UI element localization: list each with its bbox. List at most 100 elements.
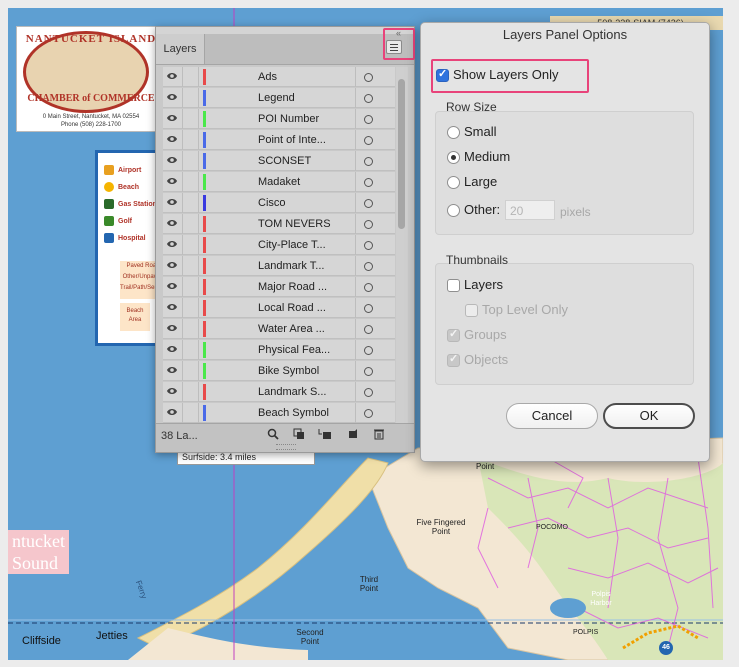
new-layer-icon[interactable]: [346, 428, 360, 442]
layer-row[interactable]: Cisco: [163, 193, 395, 213]
eye-icon[interactable]: [166, 155, 178, 165]
eye-icon[interactable]: [166, 71, 178, 81]
layer-row[interactable]: Physical Fea...: [163, 340, 395, 360]
target-circle-icon[interactable]: [364, 199, 373, 208]
target-circle-icon[interactable]: [364, 283, 373, 292]
layer-row[interactable]: SCONSET: [163, 151, 395, 171]
target-circle-icon[interactable]: [364, 409, 373, 418]
target-circle-icon[interactable]: [364, 304, 373, 313]
target-circle-icon[interactable]: [364, 262, 373, 271]
layer-name[interactable]: Cisco: [258, 193, 286, 213]
search-icon[interactable]: [266, 428, 280, 442]
eye-icon[interactable]: [166, 134, 178, 144]
thumbnails-objects-checkbox[interactable]: [447, 352, 460, 367]
layer-name[interactable]: POI Number: [258, 109, 319, 129]
layer-list-scrollbar[interactable]: ▼: [396, 67, 408, 447]
row-size-large-radio[interactable]: [447, 176, 460, 189]
tab-layers[interactable]: Layers: [156, 34, 205, 64]
row-size-medium-label[interactable]: Medium: [464, 149, 510, 165]
layer-row[interactable]: City-Place T...: [163, 235, 395, 255]
eye-icon[interactable]: [166, 176, 178, 186]
layers-panel-options-dialog[interactable]: Layers Panel Options Show Layers Only Ro…: [420, 22, 710, 462]
eye-icon[interactable]: [166, 365, 178, 375]
scrollbar-thumb[interactable]: [398, 79, 405, 229]
target-circle-icon[interactable]: [364, 136, 373, 145]
layer-row[interactable]: Beach Symbol: [163, 403, 395, 423]
layer-row[interactable]: Local Road ...: [163, 298, 395, 318]
eye-icon[interactable]: [166, 407, 178, 417]
layers-panel-drag-bar[interactable]: [156, 27, 414, 34]
layer-name[interactable]: Local Road ...: [258, 298, 326, 318]
layer-row[interactable]: Water Area ...: [163, 319, 395, 339]
layer-row[interactable]: Major Road ...: [163, 277, 395, 297]
layer-name[interactable]: TOM NEVERS: [258, 214, 331, 234]
eye-icon[interactable]: [166, 197, 178, 207]
row-size-other-radio[interactable]: [447, 204, 460, 217]
layer-name[interactable]: Beach Symbol: [258, 403, 329, 423]
target-circle-icon[interactable]: [364, 241, 373, 250]
thumbnails-groups-checkbox[interactable]: [447, 327, 460, 342]
layer-color-bar: [203, 300, 206, 316]
layer-name[interactable]: Madaket: [258, 172, 300, 192]
eye-icon[interactable]: [166, 386, 178, 396]
ok-button[interactable]: OK: [603, 403, 695, 429]
target-circle-icon[interactable]: [364, 73, 373, 82]
cancel-button[interactable]: Cancel: [506, 403, 598, 429]
layer-name[interactable]: Major Road ...: [258, 277, 327, 297]
target-circle-icon[interactable]: [364, 346, 373, 355]
layer-row[interactable]: Legend: [163, 88, 395, 108]
layer-name[interactable]: Point of Inte...: [258, 130, 326, 150]
target-circle-icon[interactable]: [364, 178, 373, 187]
layer-row[interactable]: Point of Inte...: [163, 130, 395, 150]
layers-panel[interactable]: Layers « Ads Legend POI Number Point of Int…: [155, 26, 415, 453]
eye-icon[interactable]: [166, 344, 178, 354]
eye-icon[interactable]: [166, 92, 178, 102]
eye-icon[interactable]: [166, 218, 178, 228]
layer-row[interactable]: Landmark T...: [163, 256, 395, 276]
target-circle-icon[interactable]: [364, 325, 373, 334]
layer-name[interactable]: SCONSET: [258, 151, 311, 171]
row-size-medium-radio[interactable]: [447, 151, 460, 164]
layer-row[interactable]: TOM NEVERS: [163, 214, 395, 234]
clipping-mask-icon[interactable]: [292, 428, 306, 442]
layer-row[interactable]: POI Number: [163, 109, 395, 129]
row-size-other-input[interactable]: 20: [505, 200, 555, 220]
row-size-large-label[interactable]: Large: [464, 174, 497, 190]
thumbnails-layers-label[interactable]: Layers: [464, 277, 503, 293]
layer-name[interactable]: Physical Fea...: [258, 340, 330, 360]
eye-icon[interactable]: [166, 260, 178, 270]
top-level-only-checkbox[interactable]: [465, 304, 478, 317]
layer-name[interactable]: City-Place T...: [258, 235, 326, 255]
eye-icon[interactable]: [166, 281, 178, 291]
row-size-small-label[interactable]: Small: [464, 124, 497, 140]
new-sublayer-icon[interactable]: [318, 428, 332, 442]
target-circle-icon[interactable]: [364, 94, 373, 103]
layer-name[interactable]: Legend: [258, 88, 295, 108]
layer-name[interactable]: Bike Symbol: [258, 361, 319, 381]
target-circle-icon[interactable]: [364, 367, 373, 376]
target-circle-icon[interactable]: [364, 388, 373, 397]
layer-row[interactable]: Bike Symbol: [163, 361, 395, 381]
target-circle-icon[interactable]: [364, 220, 373, 229]
layer-list[interactable]: Ads Legend POI Number Point of Inte... SCONS…: [163, 67, 395, 447]
layer-name[interactable]: Water Area ...: [258, 319, 325, 339]
column-divider: [182, 193, 183, 213]
target-circle-icon[interactable]: [364, 115, 373, 124]
row-size-other-label[interactable]: Other:: [464, 202, 500, 218]
layer-row[interactable]: Landmark S...: [163, 382, 395, 402]
layer-row[interactable]: Ads: [163, 67, 395, 87]
layer-name[interactable]: Landmark T...: [258, 256, 324, 276]
eye-icon[interactable]: [166, 113, 178, 123]
row-size-small-radio[interactable]: [447, 126, 460, 139]
trash-icon[interactable]: [372, 428, 386, 442]
eye-icon[interactable]: [166, 239, 178, 249]
panel-resize-grip[interactable]: [276, 444, 296, 450]
layer-name[interactable]: Landmark S...: [258, 382, 326, 402]
layer-row[interactable]: Madaket: [163, 172, 395, 192]
eye-icon[interactable]: [166, 302, 178, 312]
layer-name[interactable]: Ads: [258, 67, 277, 87]
eye-icon[interactable]: [166, 323, 178, 333]
thumbnails-layers-checkbox[interactable]: [447, 279, 460, 292]
chamber-ad[interactable]: NANTUCKET ISLAND CHAMBER of COMMERCE 0 M…: [16, 26, 166, 132]
target-circle-icon[interactable]: [364, 157, 373, 166]
